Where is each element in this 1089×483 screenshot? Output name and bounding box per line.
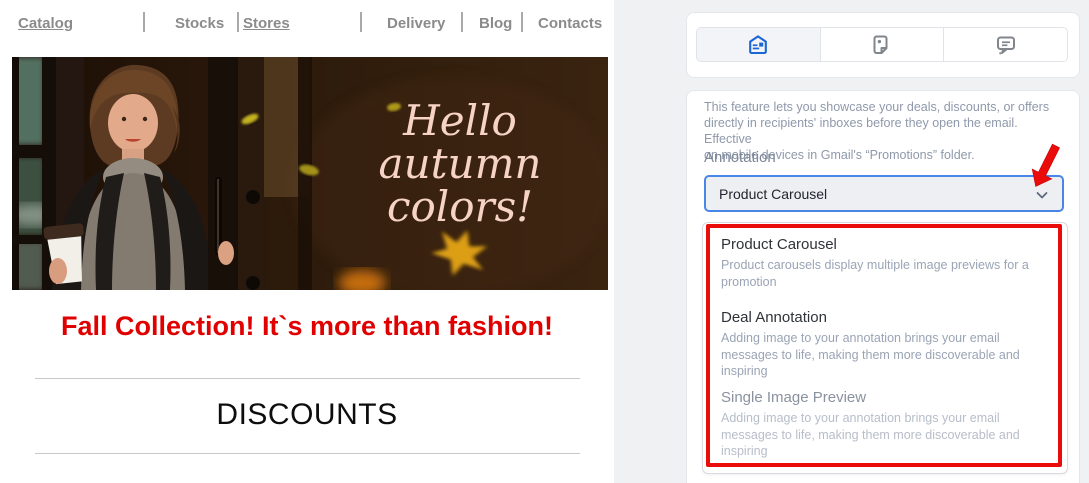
hero-line-1: Hello bbox=[402, 96, 517, 145]
option-description: Adding image to your annotation brings y… bbox=[721, 411, 1020, 458]
chat-bubble-icon bbox=[996, 36, 1015, 54]
tab-bar bbox=[696, 27, 1068, 62]
email-preview: Catalog Stocks Stores Delivery Blog Cont… bbox=[0, 0, 614, 483]
nav-link-stores[interactable]: Stores bbox=[243, 15, 290, 32]
chevron-down-icon bbox=[1036, 192, 1048, 199]
discounts-heading: DISCOUNTS bbox=[216, 398, 398, 431]
option-title: Single Image Preview bbox=[721, 389, 867, 406]
nav-link-stocks[interactable]: Stocks bbox=[175, 15, 224, 32]
nav-separator bbox=[461, 12, 463, 32]
hero-line-3: colors! bbox=[387, 182, 533, 231]
option-deal-annotation[interactable]: Deal Annotation Adding image to your ann… bbox=[721, 309, 1057, 380]
annotation-type-select[interactable]: Product Carousel bbox=[704, 175, 1064, 212]
hero-banner-image: Hello autumn colors! bbox=[12, 57, 608, 290]
option-description: Adding image to your annotation brings y… bbox=[721, 331, 1020, 378]
select-options-dropdown: Product Carousel Product carousels displ… bbox=[702, 222, 1068, 474]
promo-envelope-icon bbox=[749, 34, 768, 54]
nav-link-delivery[interactable]: Delivery bbox=[387, 15, 445, 32]
nav-separator bbox=[360, 12, 362, 32]
nav-separator bbox=[521, 12, 523, 32]
email-nav: Catalog Stocks Stores Delivery Blog Cont… bbox=[0, 0, 614, 48]
tab-comments[interactable] bbox=[943, 28, 1067, 61]
option-description: Product carousels display multiple image… bbox=[721, 258, 1029, 289]
divider bbox=[35, 453, 580, 454]
option-title: Deal Annotation bbox=[721, 309, 827, 326]
email-headline: Fall Collection! It`s more than fashion! bbox=[60, 311, 554, 341]
deal-tag-icon bbox=[873, 35, 888, 54]
tab-annotations[interactable] bbox=[697, 28, 820, 61]
selected-option-value: Product Carousel bbox=[719, 185, 828, 202]
nav-separator bbox=[237, 12, 239, 32]
divider bbox=[35, 378, 580, 379]
nav-link-contacts[interactable]: Contacts bbox=[538, 15, 602, 32]
option-product-carousel[interactable]: Product Carousel Product carousels displ… bbox=[721, 236, 1057, 290]
tab-deals[interactable] bbox=[819, 28, 944, 61]
app-root: Catalog Stocks Stores Delivery Blog Cont… bbox=[0, 0, 1089, 483]
annotation-settings-card: This feature lets you showcase your deal… bbox=[686, 90, 1080, 483]
option-single-image-preview[interactable]: Single Image Preview Adding image to you… bbox=[721, 389, 1057, 460]
nav-separator bbox=[143, 12, 145, 32]
annotation-label: Annotation bbox=[704, 149, 776, 166]
nav-link-blog[interactable]: Blog bbox=[479, 15, 512, 32]
option-title: Product Carousel bbox=[721, 236, 837, 253]
hero-line-2: autumn bbox=[379, 139, 542, 188]
tabs-card bbox=[686, 12, 1080, 78]
nav-link-catalog[interactable]: Catalog bbox=[18, 15, 73, 32]
